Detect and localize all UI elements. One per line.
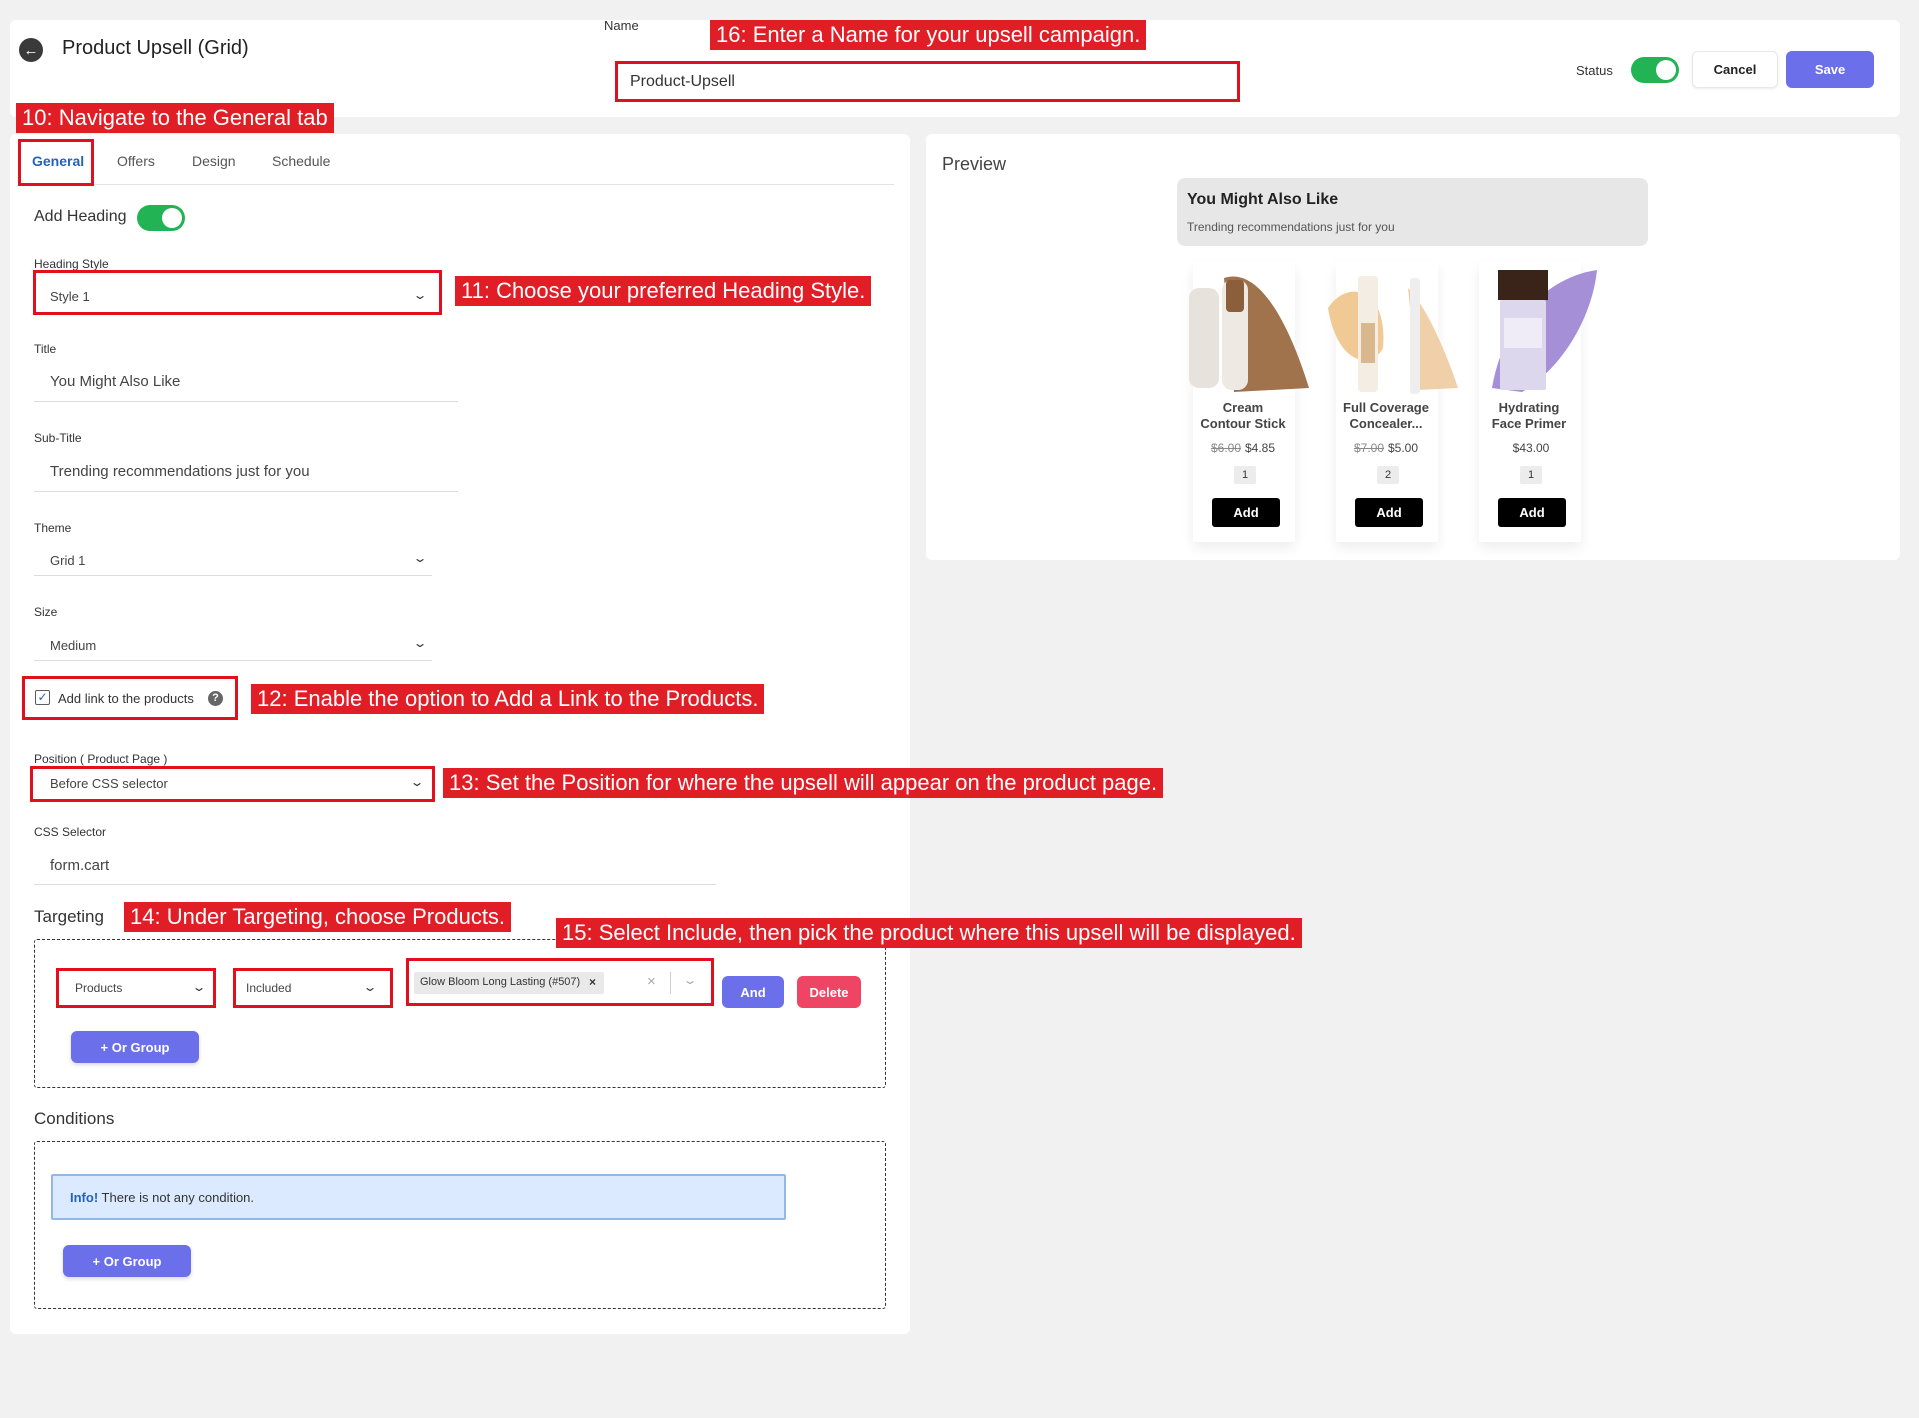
delete-button[interactable]: Delete bbox=[797, 976, 861, 1008]
add-link-checkbox[interactable]: ✓ bbox=[35, 690, 50, 705]
callout-12: 12: Enable the option to Add a Link to t… bbox=[251, 684, 765, 714]
size-label: Size bbox=[34, 605, 58, 619]
product-name-line1: Full Coverage bbox=[1343, 400, 1429, 415]
info-alert-bold: Info! bbox=[70, 1190, 99, 1205]
chevron-down-icon[interactable]: ⌄ bbox=[682, 973, 697, 987]
product-price: $6.00 $4.85 bbox=[1183, 441, 1303, 455]
product-name-line1: Hydrating bbox=[1498, 400, 1560, 415]
css-selector-underline bbox=[34, 884, 716, 885]
tab-schedule[interactable]: Schedule bbox=[272, 153, 330, 169]
add-to-cart-button[interactable]: Add bbox=[1212, 498, 1280, 527]
add-heading-toggle[interactable] bbox=[137, 205, 185, 231]
preview-heading-box bbox=[1177, 178, 1648, 246]
size-select[interactable]: Medium bbox=[50, 638, 96, 653]
title-input[interactable]: You Might Also Like bbox=[50, 373, 180, 390]
product-name: Hydrating Face Primer bbox=[1469, 400, 1589, 432]
preview-heading-title: You Might Also Like bbox=[1187, 191, 1339, 208]
picker-separator bbox=[670, 972, 671, 994]
cancel-button[interactable]: Cancel bbox=[1692, 51, 1778, 88]
selected-product-tag: Glow Bloom Long Lasting (#507) × bbox=[414, 972, 604, 994]
product-name-line2: Contour Stick bbox=[1200, 416, 1286, 431]
title-underline bbox=[34, 401, 458, 402]
conditions-or-group-button[interactable]: + Or Group bbox=[63, 1245, 191, 1277]
theme-select[interactable]: Grid 1 bbox=[50, 553, 85, 568]
heading-style-select[interactable]: Style 1 bbox=[50, 289, 90, 304]
add-to-cart-button[interactable]: Add bbox=[1498, 498, 1566, 527]
preview-title: Preview bbox=[942, 154, 1007, 174]
name-label: Name bbox=[604, 18, 639, 33]
status-label: Status bbox=[1576, 63, 1613, 78]
subtitle-underline bbox=[34, 491, 458, 492]
title-label: Title bbox=[34, 342, 57, 356]
chevron-down-icon: ⌄ bbox=[412, 551, 428, 565]
product-old-price: $6.00 bbox=[1210, 441, 1241, 455]
preview-heading-subtitle: Trending recommendations just for you bbox=[1187, 220, 1395, 234]
position-label: Position ( Product Page ) bbox=[34, 752, 168, 766]
product-current-price: $4.85 bbox=[1245, 441, 1276, 455]
product-current-price: $43.00 bbox=[1512, 441, 1550, 455]
product-name-line2: Face Primer bbox=[1491, 416, 1567, 431]
clear-icon[interactable]: × bbox=[647, 973, 656, 990]
chevron-down-icon: ⌄ bbox=[412, 636, 428, 650]
heading-style-label: Heading Style bbox=[34, 257, 109, 271]
targeting-mode-select[interactable]: Included bbox=[246, 981, 291, 995]
callout-14: 14: Under Targeting, choose Products. bbox=[124, 902, 512, 932]
add-to-cart-button[interactable]: Add bbox=[1355, 498, 1423, 527]
product-image-face-primer bbox=[1492, 270, 1597, 392]
quantity-input[interactable]: 1 bbox=[1234, 466, 1256, 484]
product-current-price: $5.00 bbox=[1388, 441, 1419, 455]
product-name: Full Coverage Concealer... bbox=[1326, 400, 1446, 432]
callout-11: 11: Choose your preferred Heading Style. bbox=[455, 276, 872, 306]
subtitle-input[interactable]: Trending recommendations just for you bbox=[50, 463, 310, 480]
targeting-title: Targeting bbox=[34, 907, 104, 926]
help-icon[interactable]: ? bbox=[208, 691, 223, 706]
tab-design[interactable]: Design bbox=[192, 153, 236, 169]
chevron-down-icon: ⌄ bbox=[191, 980, 207, 994]
and-button[interactable]: And bbox=[722, 976, 784, 1008]
product-image-concealer bbox=[1328, 276, 1458, 394]
general-tab-highlight-box bbox=[18, 139, 94, 186]
product-name: Cream Contour Stick bbox=[1183, 400, 1303, 432]
info-alert: Info! There is not any condition. bbox=[51, 1174, 786, 1220]
product-old-price: $7.00 bbox=[1353, 441, 1384, 455]
theme-underline bbox=[34, 575, 432, 576]
position-select[interactable]: Before CSS selector bbox=[50, 776, 168, 791]
add-heading-label: Add Heading bbox=[34, 208, 127, 225]
chevron-down-icon: ⌄ bbox=[409, 775, 425, 789]
product-name-line2: Concealer... bbox=[1349, 416, 1423, 431]
subtitle-label: Sub-Title bbox=[34, 431, 82, 445]
product-price: $7.00 $5.00 bbox=[1326, 441, 1446, 455]
css-selector-label: CSS Selector bbox=[34, 825, 107, 839]
quantity-input[interactable]: 2 bbox=[1377, 466, 1399, 484]
status-toggle[interactable] bbox=[1631, 57, 1679, 83]
chevron-down-icon: ⌄ bbox=[362, 980, 378, 994]
callout-15: 15: Select Include, then pick the produc… bbox=[556, 918, 1302, 948]
add-link-label: Add link to the products bbox=[58, 691, 194, 706]
tab-offers[interactable]: Offers bbox=[117, 153, 155, 169]
product-price: $43.00 bbox=[1469, 441, 1589, 455]
callout-13: 13: Set the Position for where the upsel… bbox=[443, 768, 1164, 798]
callout-16: 16: Enter a Name for your upsell campaig… bbox=[710, 20, 1147, 50]
back-arrow-icon[interactable]: ← bbox=[19, 38, 43, 62]
chevron-down-icon: ⌄ bbox=[412, 288, 428, 302]
css-selector-input[interactable]: form.cart bbox=[50, 857, 109, 874]
quantity-input[interactable]: 1 bbox=[1520, 466, 1542, 484]
selected-product-label: Glow Bloom Long Lasting (#507) bbox=[420, 976, 581, 988]
save-button[interactable]: Save bbox=[1786, 51, 1874, 88]
tabs-divider bbox=[34, 184, 894, 185]
size-underline bbox=[34, 660, 432, 661]
info-alert-text: There is not any condition. bbox=[101, 1190, 255, 1205]
targeting-type-select[interactable]: Products bbox=[75, 981, 122, 995]
page-title: Product Upsell (Grid) bbox=[62, 37, 249, 59]
heading-style-highlight-box bbox=[33, 270, 442, 315]
remove-tag-icon[interactable]: × bbox=[589, 975, 596, 989]
product-name-line1: Cream bbox=[1222, 400, 1264, 415]
campaign-name-input[interactable] bbox=[615, 63, 1238, 101]
targeting-or-group-button[interactable]: + Or Group bbox=[71, 1031, 199, 1063]
conditions-title: Conditions bbox=[34, 1109, 115, 1128]
theme-label: Theme bbox=[34, 521, 72, 535]
callout-10: 10: Navigate to the General tab bbox=[16, 103, 334, 133]
product-image-contour-stick bbox=[1189, 276, 1309, 392]
conditions-group-box bbox=[34, 1141, 886, 1309]
